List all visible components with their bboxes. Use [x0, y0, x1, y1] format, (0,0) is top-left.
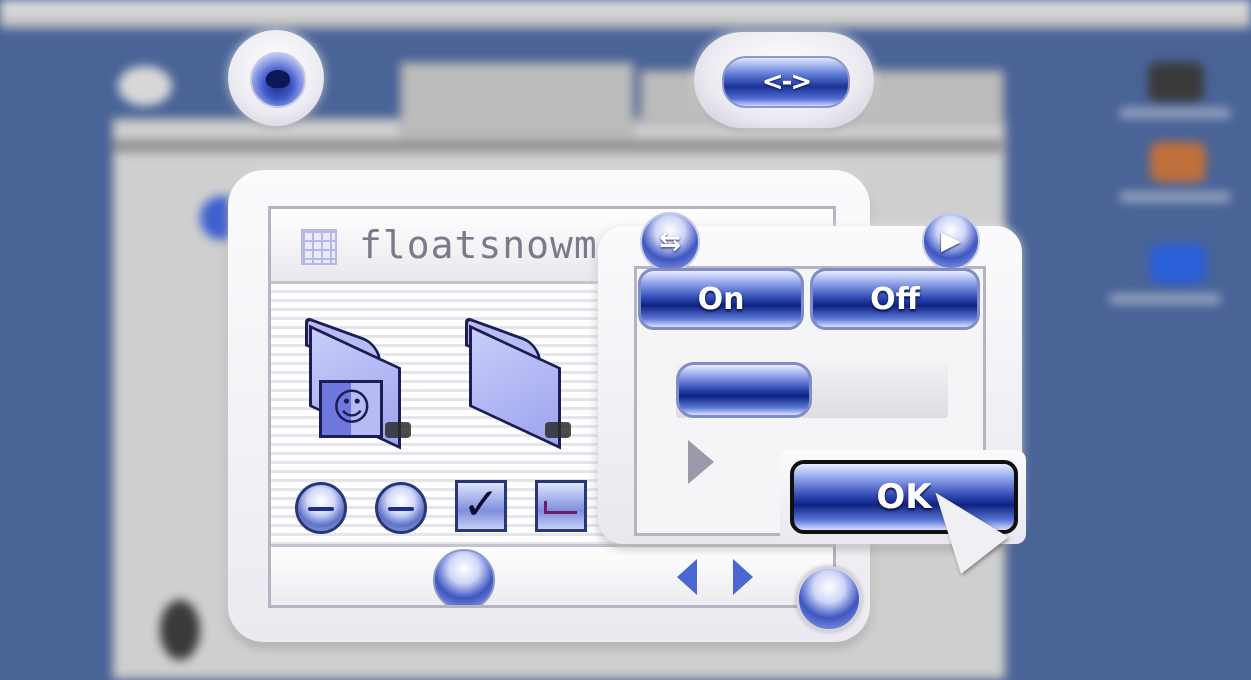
off-button[interactable]: Off — [810, 268, 980, 330]
background-blob — [118, 66, 172, 106]
folder-shadow — [385, 422, 411, 438]
resize-icon[interactable] — [796, 566, 862, 632]
window-bottom-bar — [271, 544, 833, 605]
background-strip — [112, 140, 1002, 152]
radio-button[interactable] — [375, 482, 427, 534]
desktop-icon — [1150, 142, 1206, 182]
grid-icon[interactable] — [301, 229, 337, 265]
arrows-float-button[interactable]: <-> — [694, 32, 874, 128]
checkbox-icon: ✓ — [462, 479, 500, 530]
menu-bar — [0, 0, 1251, 28]
desktop-icon — [1148, 62, 1204, 102]
scroll-thumb[interactable] — [433, 549, 495, 605]
desktop-icon — [1150, 244, 1206, 284]
window-title: floatsnowm — [359, 223, 598, 267]
checkbox[interactable]: ✓ — [455, 480, 507, 532]
desktop-icon-label — [1120, 192, 1230, 202]
folder-shadow — [545, 422, 571, 438]
disclosure-triangle[interactable] — [688, 440, 714, 484]
next-button[interactable]: ▶ — [922, 212, 980, 270]
progress-bar — [676, 362, 948, 418]
desktop-icon-label — [1110, 294, 1220, 304]
eye-icon — [250, 52, 306, 108]
background-window-toolbar — [400, 62, 634, 136]
background-blob — [160, 600, 200, 660]
on-button[interactable]: On — [638, 268, 804, 330]
finder-face-icon — [319, 380, 383, 438]
desktop-icon-label — [1120, 108, 1230, 118]
arrow-left-icon[interactable] — [677, 559, 697, 595]
progress-fill — [676, 362, 812, 418]
folder-icon[interactable] — [465, 316, 571, 450]
eye-float-button[interactable] — [228, 30, 324, 126]
arrow-right-icon[interactable] — [733, 559, 753, 595]
arrows-icon: <-> — [722, 56, 850, 108]
popup-icon[interactable] — [535, 480, 587, 532]
finder-folder-icon[interactable] — [305, 316, 411, 450]
radio-button-off[interactable] — [295, 482, 347, 534]
collapse-button[interactable]: ⇆ — [640, 212, 700, 272]
